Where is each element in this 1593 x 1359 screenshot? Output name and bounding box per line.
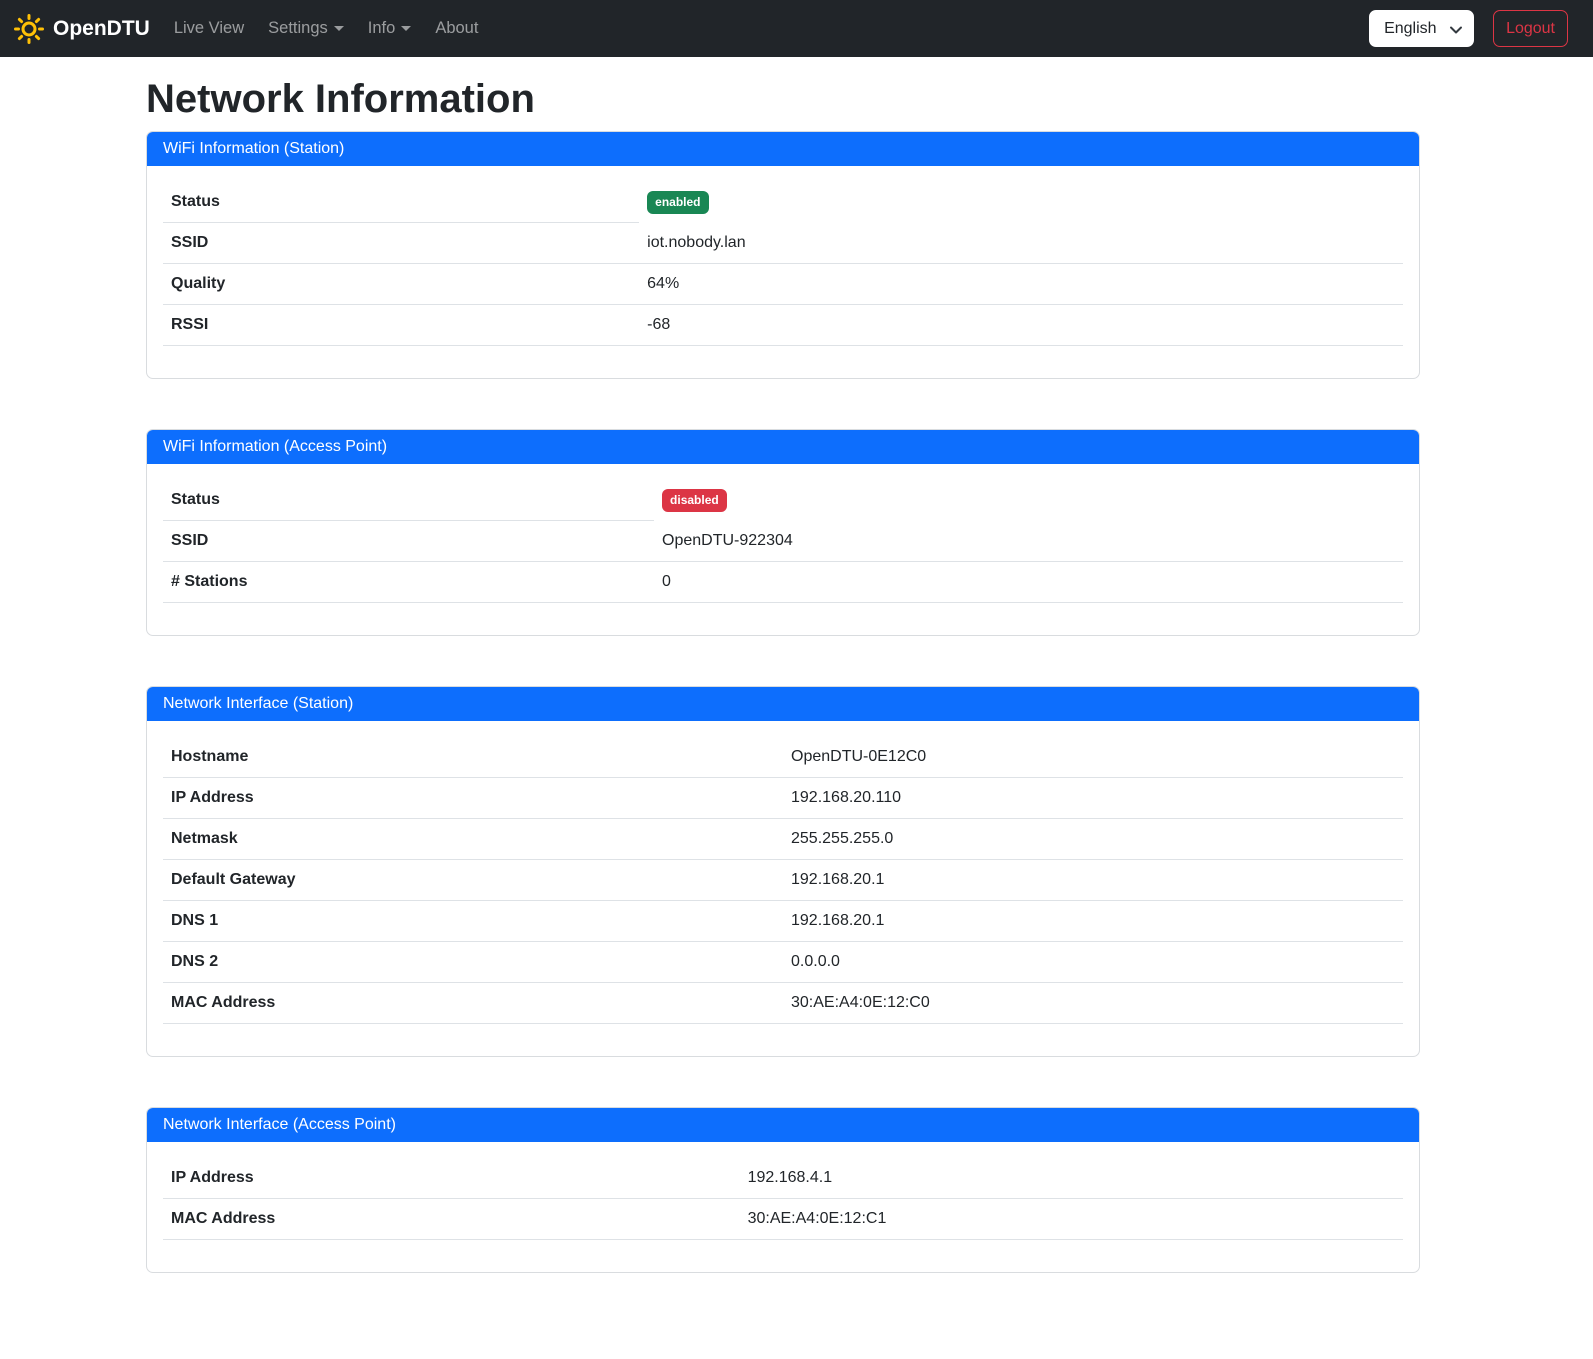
status-badge: enabled (647, 191, 708, 214)
card-network-interface-access-point: Network Interface (Access Point) IP Addr… (146, 1107, 1420, 1273)
table-row: DNS 2 0.0.0.0 (163, 942, 1403, 983)
nav-item-live-view[interactable]: Live View (166, 11, 252, 46)
table-row: SSID iot.nobody.lan (163, 223, 1403, 264)
table-row: Hostname OpenDTU-0E12C0 (163, 737, 1403, 778)
info-table: Status disabled SSID OpenDTU-922304 # St… (163, 480, 1403, 603)
card-header: WiFi Information (Station) (147, 132, 1419, 166)
row-label: DNS 2 (163, 942, 783, 983)
row-label: SSID (163, 521, 654, 562)
row-label: MAC Address (163, 1199, 740, 1240)
row-label: IP Address (163, 778, 783, 819)
row-value: enabled (639, 182, 1403, 223)
nav-item-settings[interactable]: Settings (260, 11, 352, 46)
row-value: 192.168.20.110 (783, 778, 1403, 819)
row-value: disabled (654, 480, 1403, 521)
table-row: IP Address 192.168.4.1 (163, 1158, 1403, 1199)
row-label: Status (163, 480, 654, 521)
table-row: Default Gateway 192.168.20.1 (163, 860, 1403, 901)
row-value: 30:AE:A4:0E:12:C1 (740, 1199, 1403, 1240)
table-row: # Stations 0 (163, 562, 1403, 603)
row-value: 255.255.255.0 (783, 819, 1403, 860)
table-row: DNS 1 192.168.20.1 (163, 901, 1403, 942)
card-header: Network Interface (Station) (147, 687, 1419, 721)
row-value: 64% (639, 264, 1403, 305)
table-row: MAC Address 30:AE:A4:0E:12:C1 (163, 1199, 1403, 1240)
row-label: Hostname (163, 737, 783, 778)
card-header: WiFi Information (Access Point) (147, 430, 1419, 464)
brand-label: OpenDTU (53, 17, 150, 41)
row-label: MAC Address (163, 983, 783, 1024)
row-value: 30:AE:A4:0E:12:C0 (783, 983, 1403, 1024)
table-row: Status enabled (163, 182, 1403, 223)
row-label: Netmask (163, 819, 783, 860)
sun-icon (14, 14, 44, 44)
row-label: IP Address (163, 1158, 740, 1199)
card-network-interface-station: Network Interface (Station) Hostname Ope… (146, 686, 1420, 1057)
table-row: MAC Address 30:AE:A4:0E:12:C0 (163, 983, 1403, 1024)
nav-item-about[interactable]: About (427, 11, 486, 46)
row-value: OpenDTU-0E12C0 (783, 737, 1403, 778)
row-value: 192.168.4.1 (740, 1158, 1403, 1199)
navbar-right: English Logout (1369, 10, 1568, 47)
card-wifi-access-point: WiFi Information (Access Point) Status d… (146, 429, 1420, 636)
card-body: Status enabled SSID iot.nobody.lan Quali… (147, 166, 1419, 378)
chevron-down-icon (334, 26, 344, 31)
page: OpenDTU Live View Settings Info About En… (0, 0, 1593, 1359)
row-value: 192.168.20.1 (783, 901, 1403, 942)
row-label: Status (163, 182, 639, 223)
info-table: IP Address 192.168.4.1 MAC Address 30:AE… (163, 1158, 1403, 1240)
card-body: Hostname OpenDTU-0E12C0 IP Address 192.1… (147, 721, 1419, 1056)
brand-link[interactable]: OpenDTU (14, 14, 150, 44)
chevron-down-icon (401, 26, 411, 31)
row-label: # Stations (163, 562, 654, 603)
page-title: Network Information (146, 75, 1420, 123)
table-row: IP Address 192.168.20.110 (163, 778, 1403, 819)
row-value: 0.0.0.0 (783, 942, 1403, 983)
row-label: Quality (163, 264, 639, 305)
card-body: Status disabled SSID OpenDTU-922304 # St… (147, 464, 1419, 635)
status-badge: disabled (662, 489, 727, 512)
language-select[interactable]: English (1369, 10, 1474, 47)
row-label: DNS 1 (163, 901, 783, 942)
row-value: OpenDTU-922304 (654, 521, 1403, 562)
row-value: 192.168.20.1 (783, 860, 1403, 901)
info-table: Status enabled SSID iot.nobody.lan Quali… (163, 182, 1403, 346)
table-row: RSSI -68 (163, 305, 1403, 346)
table-row: Quality 64% (163, 264, 1403, 305)
row-value: -68 (639, 305, 1403, 346)
table-row: Status disabled (163, 480, 1403, 521)
info-table: Hostname OpenDTU-0E12C0 IP Address 192.1… (163, 737, 1403, 1024)
row-label: Default Gateway (163, 860, 783, 901)
card-wifi-station: WiFi Information (Station) Status enable… (146, 131, 1420, 379)
row-value: 0 (654, 562, 1403, 603)
nav-links: Live View Settings Info About (162, 11, 491, 46)
navbar: OpenDTU Live View Settings Info About En… (0, 0, 1593, 57)
nav-item-info[interactable]: Info (360, 11, 420, 46)
card-body: IP Address 192.168.4.1 MAC Address 30:AE… (147, 1142, 1419, 1272)
main-content: Network Information WiFi Information (St… (146, 75, 1420, 1273)
row-label: SSID (163, 223, 639, 264)
table-row: SSID OpenDTU-922304 (163, 521, 1403, 562)
row-value: iot.nobody.lan (639, 223, 1403, 264)
card-header: Network Interface (Access Point) (147, 1108, 1419, 1142)
table-row: Netmask 255.255.255.0 (163, 819, 1403, 860)
row-label: RSSI (163, 305, 639, 346)
logout-button[interactable]: Logout (1493, 10, 1568, 47)
